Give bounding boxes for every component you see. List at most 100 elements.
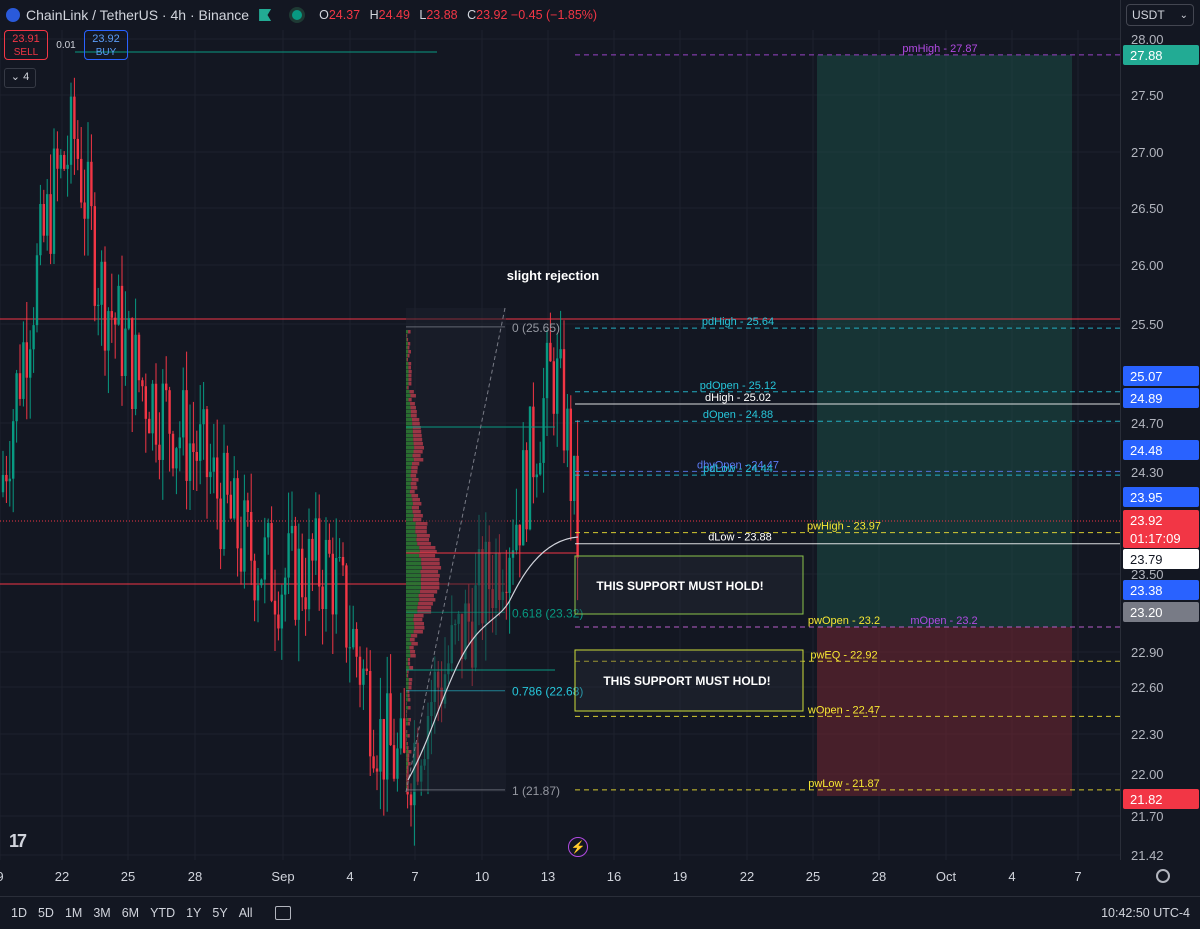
candle-body xyxy=(212,457,215,472)
volume-bar-down xyxy=(411,478,419,482)
range-3m[interactable]: 3M xyxy=(93,906,110,920)
candle-body xyxy=(341,556,345,566)
range-1d[interactable]: 1D xyxy=(11,906,27,920)
tradingview-logo-icon[interactable]: 17 xyxy=(9,831,27,852)
volume-bar-down xyxy=(408,678,413,682)
volume-bar-up xyxy=(406,462,412,466)
sell-price: 23.91 xyxy=(12,33,40,45)
volume-bar-down xyxy=(410,414,417,418)
candle-body xyxy=(83,202,86,219)
buy-button[interactable]: 23.92 BUY xyxy=(84,30,128,60)
volume-bar-up xyxy=(406,734,408,738)
price-chart-canvas[interactable]: 9 22 25 28 Sep 4 7 10 13 16 19 22 25 28 Oct 4 7 0 (25.65)… xyxy=(0,0,1120,895)
price-badge-label: 21.82 xyxy=(1130,792,1163,807)
volume-bar-down xyxy=(416,534,430,538)
range-5y[interactable]: 5Y xyxy=(212,906,227,920)
range-1m[interactable]: 1M xyxy=(65,906,82,920)
candle-body xyxy=(250,512,253,561)
candle-body xyxy=(273,600,277,615)
range-1y[interactable]: 1Y xyxy=(186,906,201,920)
volume-bar-up xyxy=(406,430,413,434)
candle-body xyxy=(219,498,222,550)
price-axis-canvas: 28.00 27.50 27.00 26.50 26.00 25.50 24.70 24.30… xyxy=(1123,32,1199,863)
candle-body xyxy=(171,433,175,469)
candle-body xyxy=(39,204,42,256)
candle-body xyxy=(32,325,35,350)
volume-bar-down xyxy=(413,630,423,634)
volume-bar-up xyxy=(406,410,411,414)
level-label: mOpen - 23.2 xyxy=(910,615,977,627)
candle-body xyxy=(120,285,124,376)
volume-bar-up xyxy=(406,374,409,378)
gear-icon[interactable] xyxy=(1156,869,1170,883)
candle-body xyxy=(528,406,532,530)
chart-area[interactable]: 9 22 25 28 Sep 4 7 10 13 16 19 22 25 28 Oct 4 7 0 (25.65)… xyxy=(0,0,1120,895)
candle-body xyxy=(114,317,117,325)
candle-body xyxy=(18,373,22,399)
candle-body xyxy=(239,548,243,572)
candle-body xyxy=(379,719,382,772)
volume-bar-down xyxy=(411,634,418,638)
candle-body xyxy=(63,154,66,169)
candle-body xyxy=(209,471,212,478)
candle-body xyxy=(525,450,528,530)
price-axis[interactable]: 28.00 27.50 27.00 26.50 26.00 25.50 24.70 24.30… xyxy=(1120,0,1200,863)
volume-bar-down xyxy=(415,530,427,534)
sell-button[interactable]: 23.91 SELL xyxy=(4,30,48,60)
range-all[interactable]: All xyxy=(239,906,253,920)
candle-body xyxy=(287,533,290,578)
volume-bar-up xyxy=(406,434,414,438)
sell-label: SELL xyxy=(13,47,39,58)
volume-bar-down xyxy=(408,370,412,374)
volume-bar-down xyxy=(412,454,421,458)
candle-body xyxy=(90,161,93,207)
candle-body xyxy=(205,409,209,478)
volume-bar-down xyxy=(407,354,410,358)
price-badge-label: 23.20 xyxy=(1130,605,1163,620)
flag-icon[interactable] xyxy=(259,9,272,21)
price-badge-label: 24.89 xyxy=(1130,391,1163,406)
ohlc-readout: O24.37 H24.49 L23.88 C23.92 −0.45 (−1.85… xyxy=(319,8,603,22)
volume-bar-up xyxy=(406,758,408,762)
lightning-icon[interactable]: ⚡ xyxy=(568,837,588,857)
candle-body xyxy=(284,577,287,595)
volume-bar-down xyxy=(420,578,439,582)
candle-body xyxy=(562,349,566,451)
range-6m[interactable]: 6M xyxy=(122,906,139,920)
candle-body xyxy=(93,206,96,306)
close-key: C xyxy=(467,8,477,22)
candle-body xyxy=(253,560,256,601)
volume-bar-down xyxy=(410,654,416,658)
price-badge-label: 23.79 xyxy=(1130,552,1163,567)
volume-bar-down xyxy=(411,494,419,498)
calendar-icon[interactable] xyxy=(274,906,291,920)
volume-bar-down xyxy=(414,626,425,630)
volume-bar-down xyxy=(419,554,436,558)
volume-bar-up xyxy=(406,450,414,454)
currency-select[interactable]: USDT ⌄ xyxy=(1126,4,1194,26)
support-note-1: THIS SUPPORT MUST HOLD! xyxy=(596,579,763,593)
candle-body xyxy=(110,311,113,318)
level-label: dOpen - 24.88 xyxy=(703,409,773,421)
candle-body xyxy=(352,628,355,648)
candle-body xyxy=(1,474,5,493)
range-ytd[interactable]: YTD xyxy=(150,906,175,920)
time-axis-label: 22 xyxy=(55,869,69,884)
volume-bar-up xyxy=(406,522,416,526)
candle-body xyxy=(188,443,192,481)
candle-body xyxy=(236,478,239,549)
volume-bar-up xyxy=(406,586,422,590)
symbol-title[interactable]: ChainLink / TetherUS · 4h · Binance xyxy=(26,7,249,23)
volume-bar-down xyxy=(410,394,416,398)
volume-bar-up xyxy=(406,566,422,570)
volume-bar-up xyxy=(406,686,409,690)
indicator-collapse-button[interactable]: ⌄ 4 xyxy=(4,68,36,88)
range-5d[interactable]: 5D xyxy=(38,906,54,920)
price-tick-label: 22.90 xyxy=(1131,645,1164,660)
volume-bar-up xyxy=(406,570,421,574)
volume-bar-up xyxy=(406,574,422,578)
volume-bar-down xyxy=(420,590,438,594)
volume-bar-up xyxy=(406,398,409,402)
price-badge-label: 25.07 xyxy=(1130,369,1163,384)
volume-bar-down xyxy=(407,754,410,758)
